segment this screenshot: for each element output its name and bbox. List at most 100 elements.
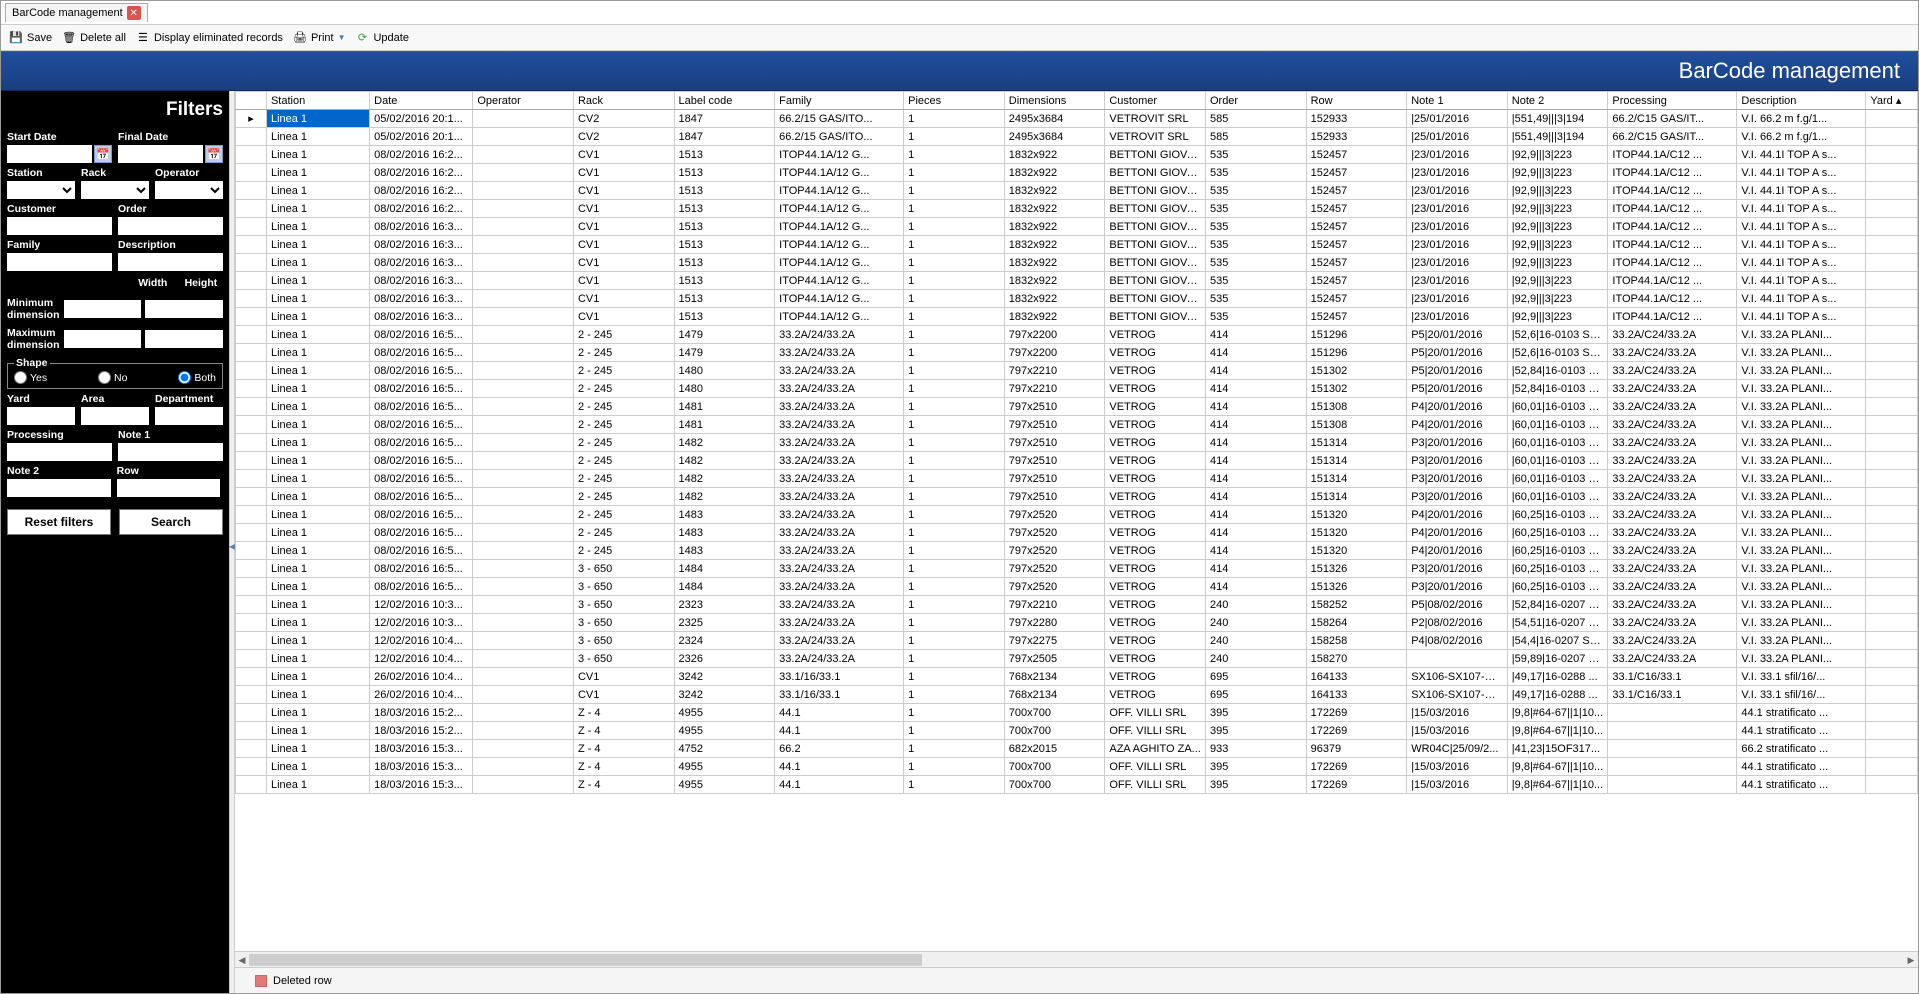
cell-date[interactable]: 08/02/2016 16:5... xyxy=(370,542,473,560)
cell-note-2[interactable]: |9,8|#64-67||1|10... xyxy=(1507,776,1608,794)
cell-customer[interactable]: VETROG xyxy=(1105,380,1206,398)
cell-family[interactable]: 33.2A/24/33.2A xyxy=(775,614,904,632)
cell-note-1[interactable]: P4|20/01/2016 xyxy=(1407,398,1508,416)
cell-note-2[interactable]: |92,9|||3|223 xyxy=(1507,164,1608,182)
cell-order[interactable]: 535 xyxy=(1205,308,1306,326)
cell-processing[interactable]: 33.2A/C24/33.2A xyxy=(1608,380,1737,398)
cell-pieces[interactable]: 1 xyxy=(904,110,1005,128)
cell-label-code[interactable]: 3242 xyxy=(674,686,775,704)
cell-date[interactable]: 05/02/2016 20:1... xyxy=(370,110,473,128)
cell-yard[interactable] xyxy=(1866,128,1918,146)
processing-input[interactable] xyxy=(7,443,112,461)
row-input[interactable] xyxy=(117,479,221,497)
final-date-input[interactable] xyxy=(118,145,203,163)
cell-date[interactable]: 08/02/2016 16:5... xyxy=(370,560,473,578)
cell-station[interactable]: Linea 1 xyxy=(266,686,369,704)
cell-row[interactable]: 151320 xyxy=(1306,524,1407,542)
cell-pieces[interactable]: 1 xyxy=(904,578,1005,596)
cell-station[interactable]: Linea 1 xyxy=(266,254,369,272)
cell-processing[interactable] xyxy=(1608,740,1737,758)
row-indicator[interactable] xyxy=(236,506,267,524)
cell-operator[interactable] xyxy=(473,668,574,686)
cell-note-1[interactable]: |23/01/2016 xyxy=(1407,200,1508,218)
cell-order[interactable]: 414 xyxy=(1205,524,1306,542)
cell-yard[interactable] xyxy=(1866,740,1918,758)
cell-date[interactable]: 05/02/2016 20:1... xyxy=(370,128,473,146)
cell-label-code[interactable]: 1513 xyxy=(674,272,775,290)
cell-customer[interactable]: VETROVIT SRL xyxy=(1105,128,1206,146)
cell-row[interactable]: 151320 xyxy=(1306,542,1407,560)
cell-dimensions[interactable]: 1832x922 xyxy=(1004,236,1105,254)
cell-processing[interactable]: 33.2A/C24/33.2A xyxy=(1608,650,1737,668)
tab-barcode-management[interactable]: BarCode management ✕ xyxy=(5,3,148,22)
cell-family[interactable]: 33.2A/24/33.2A xyxy=(775,632,904,650)
cell-description[interactable]: V.I. 33.1 sfil/16/... xyxy=(1737,686,1866,704)
cell-processing[interactable]: ITOP44.1A/C12 ... xyxy=(1608,182,1737,200)
cell-order[interactable]: 414 xyxy=(1205,506,1306,524)
cell-yard[interactable] xyxy=(1866,272,1918,290)
cell-processing[interactable]: 33.2A/C24/33.2A xyxy=(1608,632,1737,650)
department-input[interactable] xyxy=(155,407,223,425)
cell-processing[interactable]: ITOP44.1A/C12 ... xyxy=(1608,236,1737,254)
cell-customer[interactable]: VETROG xyxy=(1105,452,1206,470)
cell-rack[interactable]: CV1 xyxy=(573,146,674,164)
row-indicator[interactable] xyxy=(236,632,267,650)
cell-family[interactable]: ITOP44.1A/12 G... xyxy=(775,182,904,200)
table-row[interactable]: Linea 108/02/2016 16:5...2 - 245147933.2… xyxy=(236,326,1918,344)
cell-processing[interactable]: ITOP44.1A/C12 ... xyxy=(1608,308,1737,326)
cell-processing[interactable]: ITOP44.1A/C12 ... xyxy=(1608,254,1737,272)
cell-note-1[interactable]: |25/01/2016 xyxy=(1407,110,1508,128)
cell-note-2[interactable]: |92,9|||3|223 xyxy=(1507,200,1608,218)
cell-customer[interactable]: VETROG xyxy=(1105,596,1206,614)
cell-dimensions[interactable]: 797x2505 xyxy=(1004,650,1105,668)
cell-pieces[interactable]: 1 xyxy=(904,740,1005,758)
cell-rack[interactable]: 3 - 650 xyxy=(573,596,674,614)
cell-date[interactable]: 26/02/2016 10:4... xyxy=(370,686,473,704)
rack-select[interactable] xyxy=(81,181,149,199)
cell-customer[interactable]: VETROG xyxy=(1105,614,1206,632)
row-indicator[interactable] xyxy=(236,290,267,308)
calendar-icon[interactable]: 📅 xyxy=(205,145,223,163)
cell-customer[interactable]: BETTONI GIOVA... xyxy=(1105,200,1206,218)
cell-yard[interactable] xyxy=(1866,326,1918,344)
cell-yard[interactable] xyxy=(1866,380,1918,398)
cell-label-code[interactable]: 1484 xyxy=(674,578,775,596)
cell-note-1[interactable]: P5|08/02/2016 xyxy=(1407,596,1508,614)
cell-row[interactable]: 172269 xyxy=(1306,776,1407,794)
cell-dimensions[interactable]: 797x2520 xyxy=(1004,524,1105,542)
cell-dimensions[interactable]: 797x2510 xyxy=(1004,452,1105,470)
cell-description[interactable]: V.I. 33.2A PLANI... xyxy=(1737,650,1866,668)
cell-dimensions[interactable]: 797x2510 xyxy=(1004,470,1105,488)
cell-label-code[interactable]: 1484 xyxy=(674,560,775,578)
table-row[interactable]: Linea 108/02/2016 16:2...CV11513ITOP44.1… xyxy=(236,146,1918,164)
cell-station[interactable]: Linea 1 xyxy=(266,596,369,614)
cell-note-2[interactable]: |60,25|16-0103 S... xyxy=(1507,560,1608,578)
table-row[interactable]: Linea 108/02/2016 16:2...CV11513ITOP44.1… xyxy=(236,164,1918,182)
cell-row[interactable]: 151320 xyxy=(1306,506,1407,524)
cell-yard[interactable] xyxy=(1866,488,1918,506)
cell-operator[interactable] xyxy=(473,110,574,128)
row-indicator[interactable] xyxy=(236,758,267,776)
cell-dimensions[interactable]: 797x2275 xyxy=(1004,632,1105,650)
cell-yard[interactable] xyxy=(1866,254,1918,272)
table-row[interactable]: Linea 108/02/2016 16:2...CV11513ITOP44.1… xyxy=(236,200,1918,218)
cell-operator[interactable] xyxy=(473,686,574,704)
cell-yard[interactable] xyxy=(1866,200,1918,218)
row-indicator[interactable] xyxy=(236,488,267,506)
cell-processing[interactable] xyxy=(1608,704,1737,722)
cell-customer[interactable]: AZA AGHITO ZA... xyxy=(1105,740,1206,758)
table-row[interactable]: Linea 108/02/2016 16:2...CV11513ITOP44.1… xyxy=(236,182,1918,200)
cell-order[interactable]: 535 xyxy=(1205,272,1306,290)
cell-note-1[interactable]: |23/01/2016 xyxy=(1407,146,1508,164)
cell-order[interactable]: 535 xyxy=(1205,218,1306,236)
cell-processing[interactable]: 33.2A/C24/33.2A xyxy=(1608,362,1737,380)
cell-pieces[interactable]: 1 xyxy=(904,308,1005,326)
cell-rack[interactable]: 2 - 245 xyxy=(573,380,674,398)
cell-yard[interactable] xyxy=(1866,650,1918,668)
cell-rack[interactable]: 2 - 245 xyxy=(573,362,674,380)
cell-description[interactable]: V.I. 44.1I TOP A s... xyxy=(1737,164,1866,182)
cell-yard[interactable] xyxy=(1866,434,1918,452)
cell-station[interactable]: Linea 1 xyxy=(266,398,369,416)
cell-note-1[interactable]: P2|08/02/2016 xyxy=(1407,614,1508,632)
cell-note-2[interactable]: |92,9|||3|223 xyxy=(1507,290,1608,308)
